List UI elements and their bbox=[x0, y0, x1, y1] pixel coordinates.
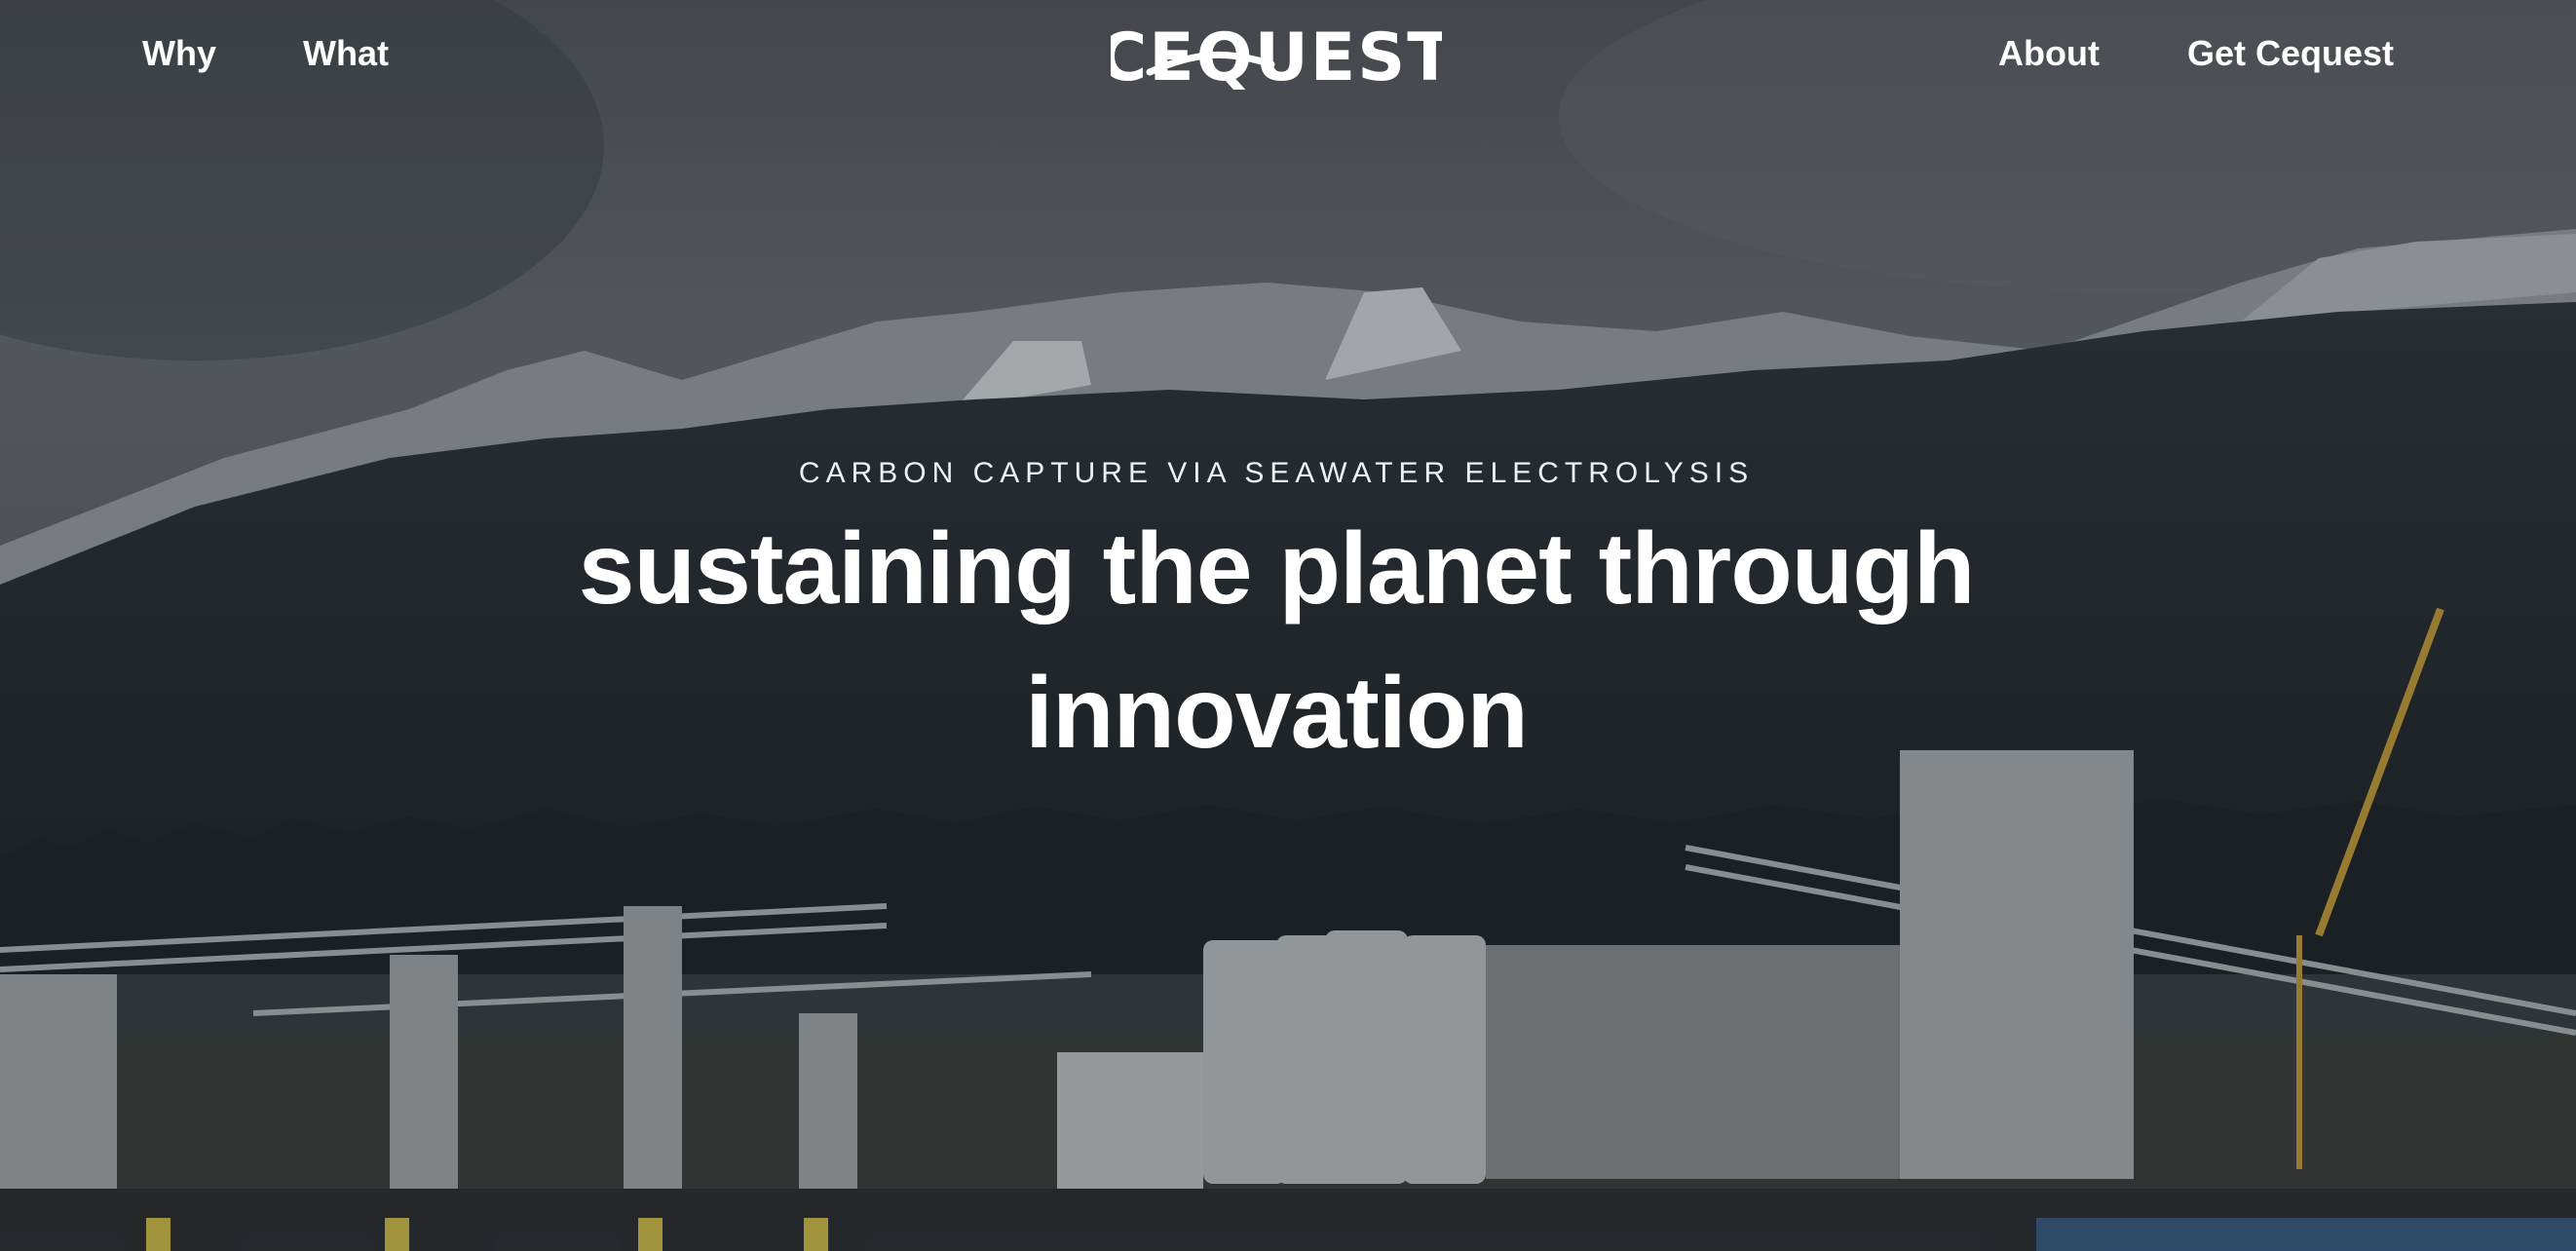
nav-link-about[interactable]: About bbox=[1998, 29, 2100, 78]
nav-link-what[interactable]: What bbox=[303, 29, 389, 78]
top-navigation: Why What CEQUEST About Get Cequest bbox=[0, 0, 2576, 109]
nav-link-why[interactable]: Why bbox=[142, 29, 216, 78]
hero-headline: sustaining the planet through innovation bbox=[578, 512, 1976, 770]
nav-link-get-cequest[interactable]: Get Cequest bbox=[2187, 29, 2394, 78]
logo-wordmark-icon: CEQUEST bbox=[1098, 19, 1452, 96]
hero-section: Why What CEQUEST About Get Cequest CARBO… bbox=[0, 0, 2576, 1251]
svg-text:CEQUEST: CEQUEST bbox=[1111, 21, 1442, 90]
hero-eyebrow: CARBON CAPTURE VIA SEAWATER ELECTROLYSIS bbox=[798, 457, 1755, 489]
cequest-logo[interactable]: CEQUEST bbox=[1098, 19, 1452, 96]
